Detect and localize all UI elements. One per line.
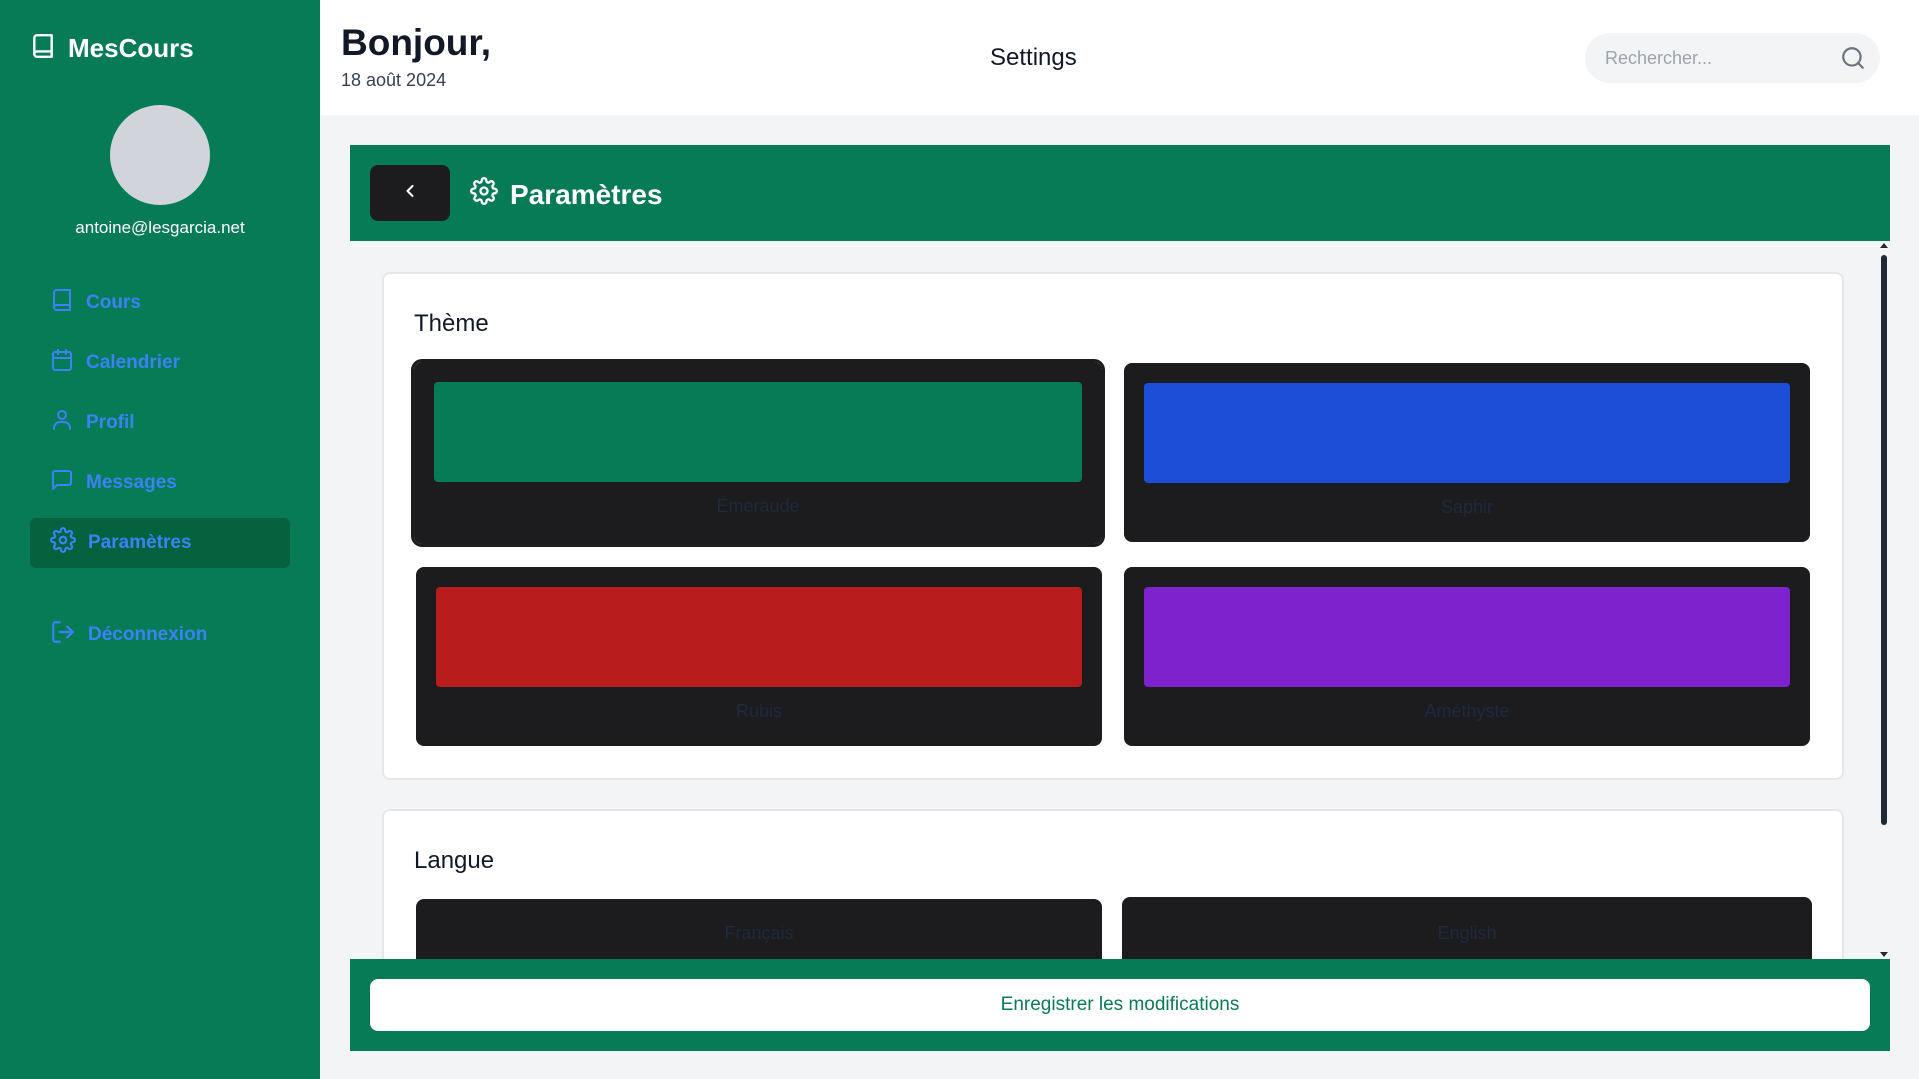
theme-card: Thème Émeraude Saphir Rubis Améthyste (382, 272, 1844, 780)
theme-option-label: Émeraude (716, 496, 800, 516)
language-option-label: English (1437, 923, 1497, 943)
scroll-up-arrow-icon[interactable] (1880, 243, 1888, 248)
book-icon (30, 32, 56, 65)
gear-icon (50, 527, 76, 559)
logout-icon (50, 619, 76, 651)
logout-section: Déconnexion (30, 610, 290, 670)
theme-swatch (434, 382, 1082, 482)
search-input[interactable] (1585, 47, 1825, 69)
current-date: 18 août 2024 (341, 70, 447, 90)
message-icon (50, 467, 74, 499)
theme-option-rubis[interactable]: Rubis (416, 567, 1102, 746)
language-heading: Langue (414, 847, 495, 874)
sidebar-item-label: Messages (86, 472, 177, 493)
logout-button[interactable]: Déconnexion (30, 610, 290, 660)
language-option-francais[interactable]: Français (416, 899, 1102, 959)
book-icon (50, 287, 74, 319)
theme-swatch (436, 587, 1082, 687)
language-card: Langue Français English (382, 809, 1844, 959)
theme-option-amethyste[interactable]: Améthyste (1124, 567, 1810, 746)
theme-swatch (1144, 587, 1790, 687)
user-icon (50, 407, 74, 439)
settings-content: Thème Émeraude Saphir Rubis Améthyste La… (350, 241, 1890, 959)
save-changes-button[interactable]: Enregistrer les modifications (370, 979, 1870, 1031)
chevron-left-icon (400, 181, 420, 206)
theme-option-saphir[interactable]: Saphir (1124, 363, 1810, 542)
avatar[interactable] (110, 105, 210, 205)
sidebar-item-parametres[interactable]: Paramètres (30, 518, 290, 568)
scroll-down-arrow-icon[interactable] (1880, 952, 1888, 957)
top-header: Bonjour, 18 août 2024 Settings (320, 0, 1919, 115)
sidebar-item-label: Profil (86, 412, 135, 433)
page-title: Settings (990, 44, 1077, 71)
sidebar-item-label: Paramètres (88, 532, 192, 553)
search-icon[interactable] (1840, 45, 1866, 76)
language-option-label: Français (724, 923, 794, 943)
sidebar-item-cours[interactable]: Cours (30, 278, 290, 328)
sidebar-item-messages[interactable]: Messages (30, 458, 290, 508)
panel-title: Paramètres (470, 177, 663, 212)
theme-heading: Thème (414, 310, 489, 337)
brand[interactable]: MesCours (30, 32, 194, 65)
sidebar-item-profil[interactable]: Profil (30, 398, 290, 448)
scrollbar-thumb[interactable] (1881, 255, 1887, 825)
brand-name: MesCours (68, 33, 194, 63)
greeting: Bonjour, (341, 22, 492, 63)
user-email: antoine@lesgarcia.net (75, 218, 245, 237)
sidebar-item-label: Calendrier (86, 352, 180, 373)
settings-panel-header: Paramètres (350, 145, 1890, 241)
theme-swatch (1144, 383, 1790, 483)
panel-title-text: Paramètres (510, 178, 663, 210)
sidebar: MesCours antoine@lesgarcia.net Cours Cal… (0, 0, 320, 1079)
sidebar-item-label: Cours (86, 292, 141, 313)
theme-option-emeraude[interactable]: Émeraude (411, 359, 1105, 547)
back-button[interactable] (370, 165, 450, 221)
save-bar: Enregistrer les modifications (350, 959, 1890, 1051)
theme-option-label: Saphir (1440, 497, 1494, 517)
search-box (1585, 33, 1880, 83)
theme-option-label: Rubis (735, 701, 783, 721)
language-option-english[interactable]: English (1122, 897, 1812, 959)
logout-label: Déconnexion (88, 624, 208, 645)
sidebar-item-calendrier[interactable]: Calendrier (30, 338, 290, 388)
theme-option-label: Améthyste (1424, 701, 1510, 721)
gear-icon (470, 177, 498, 212)
calendar-icon (50, 347, 74, 379)
sidebar-nav: Cours Calendrier Profil Messages Paramèt… (30, 278, 290, 578)
content-scrollbar[interactable] (1878, 241, 1890, 959)
